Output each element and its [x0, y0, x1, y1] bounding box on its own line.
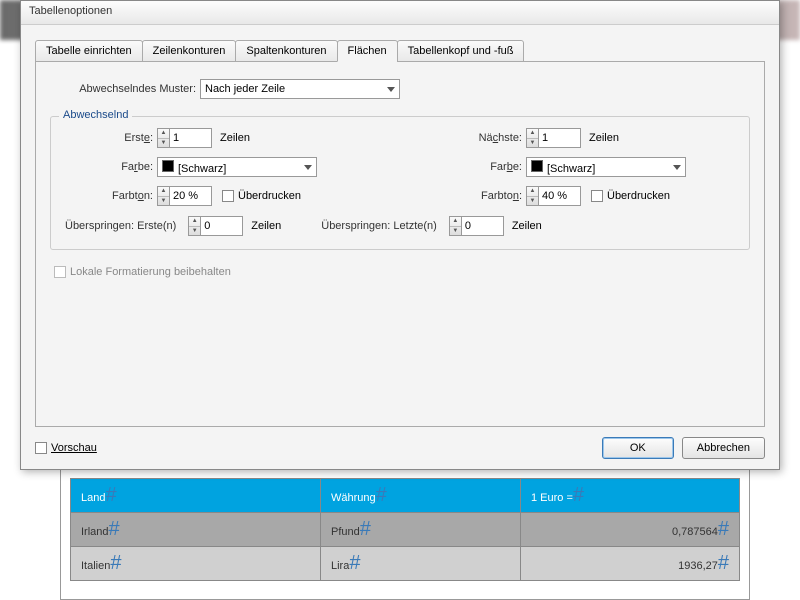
pattern-select[interactable]: Nach jeder Zeile [200, 79, 400, 99]
tab-column-strokes[interactable]: Spaltenkonturen [235, 40, 337, 62]
next-tint-label: Farbton: [430, 190, 526, 202]
tab-fills[interactable]: Flächen [337, 40, 398, 62]
ok-button[interactable]: OK [602, 437, 674, 459]
next-overprint-checkbox[interactable]: Überdrucken [591, 190, 670, 202]
first-rows-stepper[interactable]: ▲▼ [157, 128, 212, 148]
next-color-label: Farbe: [430, 161, 526, 173]
background-table: Land# Währung# 1 Euro =# Irland# Pfund# … [70, 478, 740, 581]
first-tint-label: Farbton: [61, 190, 157, 202]
tab-panel: Abwechselndes Muster: Nach jeder Zeile A… [35, 61, 765, 427]
skip-last-label: Überspringen: Letzte(n) [321, 220, 441, 232]
first-tint-stepper[interactable]: ▲▼ [157, 186, 212, 206]
skip-first-label: Überspringen: Erste(n) [65, 220, 180, 232]
next-tint-stepper[interactable]: ▲▼ [526, 186, 581, 206]
chevron-down-icon [304, 165, 312, 170]
table-options-dialog: Tabellenoptionen Tabelle einrichten Zeil… [20, 0, 780, 470]
dialog-titlebar: Tabellenoptionen [21, 1, 779, 25]
cancel-button[interactable]: Abbrechen [682, 437, 765, 459]
first-overprint-checkbox[interactable]: Überdrucken [222, 190, 301, 202]
next-color-select[interactable]: [Schwarz] [526, 157, 686, 177]
tab-bar: Tabelle einrichten Zeilenkonturen Spalte… [35, 40, 765, 62]
tab-headers-footers[interactable]: Tabellenkopf und -fuß [397, 40, 525, 62]
tab-row-strokes[interactable]: Zeilenkonturen [142, 40, 237, 62]
first-color-label: Farbe: [61, 161, 157, 173]
skip-first-stepper[interactable]: ▲▼ [188, 216, 243, 236]
next-rows-stepper[interactable]: ▲▼ [526, 128, 581, 148]
skip-last-stepper[interactable]: ▲▼ [449, 216, 504, 236]
first-rows-label: Erste: [61, 132, 157, 144]
next-rows-label: Nächste: [430, 132, 526, 144]
chevron-down-icon [387, 87, 395, 92]
chevron-down-icon [673, 165, 681, 170]
alternating-group: Abwechselnd Erste: ▲▼ Zeilen Farbe: [Sch… [50, 116, 750, 250]
preview-checkbox[interactable]: Vorschau [35, 442, 97, 454]
first-color-select[interactable]: [Schwarz] [157, 157, 317, 177]
tab-table-setup[interactable]: Tabelle einrichten [35, 40, 143, 62]
pattern-label: Abwechselndes Muster: [60, 83, 200, 95]
keep-local-formatting-checkbox[interactable]: Lokale Formatierung beibehalten [54, 266, 231, 278]
